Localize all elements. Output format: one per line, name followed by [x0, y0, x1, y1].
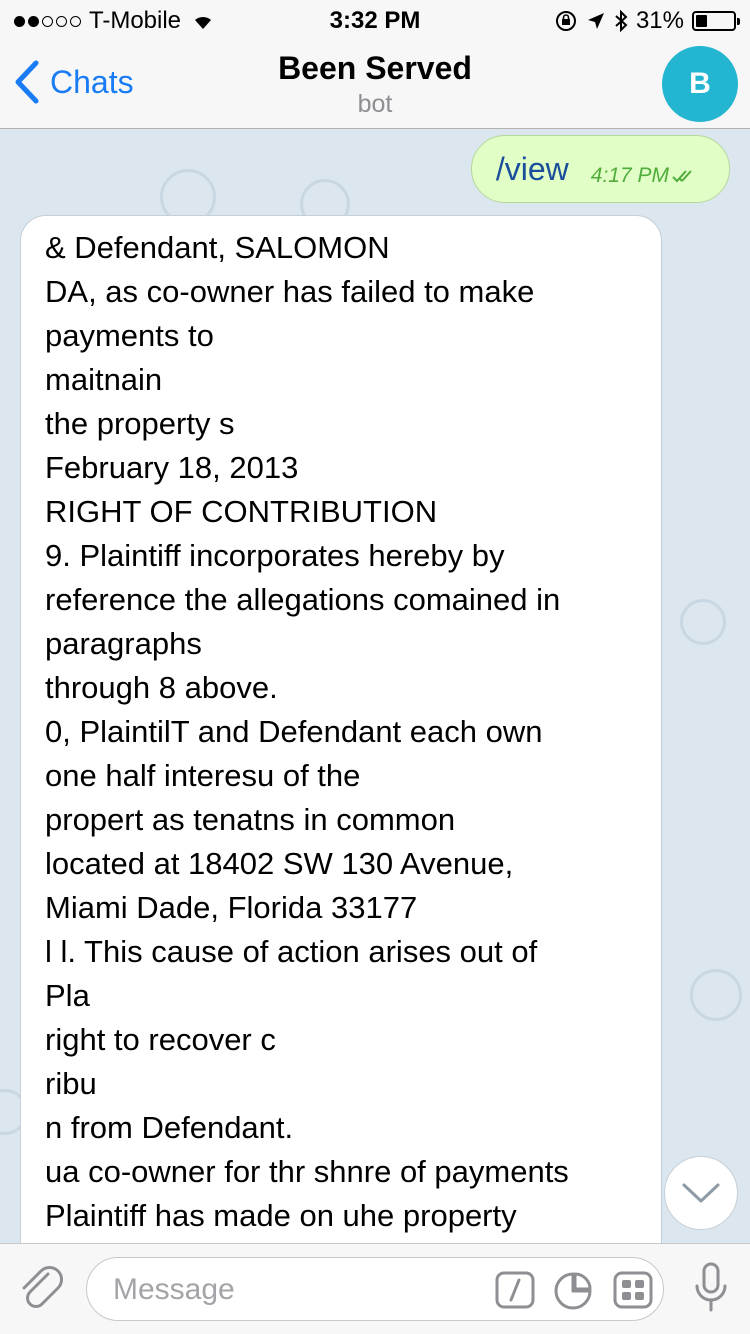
- message-input[interactable]: [111, 1268, 495, 1312]
- chat-history[interactable]: /view 4:17 PM & Defendant, SALOMON DA, as…: [0, 129, 750, 1243]
- bot-keyboard-button[interactable]: [613, 1271, 653, 1314]
- message-field[interactable]: [86, 1257, 664, 1321]
- scroll-to-bottom-button[interactable]: [664, 1156, 738, 1230]
- bot-keyboard-icon: [613, 1271, 653, 1309]
- sticker-icon: [554, 1272, 592, 1310]
- voice-record-button[interactable]: [694, 1262, 728, 1319]
- message-line: & Defendant, SALOMON: [45, 230, 390, 265]
- battery-icon: [692, 11, 740, 31]
- message-meta: 4:17 PM: [591, 164, 701, 188]
- message-line: February 18, 2013: [45, 450, 299, 485]
- chevron-down-icon: [682, 1183, 720, 1203]
- message-line: paragraphs: [45, 626, 202, 661]
- chat-header: Chats Been Served bot B: [0, 40, 750, 129]
- message-line: l l. This cause of action arises out of: [45, 934, 538, 969]
- message-line: ua co-owner for thr shnre of payments: [45, 1154, 569, 1189]
- message-input-bar: [0, 1243, 750, 1334]
- avatar[interactable]: B: [662, 46, 738, 122]
- message-line: DA, as co-owner has failed to make: [45, 274, 535, 309]
- bluetooth-icon: [614, 9, 628, 33]
- attach-button[interactable]: [18, 1264, 66, 1321]
- sticker-button[interactable]: [553, 1271, 593, 1316]
- message-line: located at 18402 SW 130 Avenue,: [45, 846, 514, 881]
- double-check-icon: [672, 170, 692, 183]
- microphone-icon: [695, 1262, 727, 1312]
- location-icon: [586, 11, 606, 31]
- chat-subtitle: bot: [357, 90, 393, 118]
- message-line: through 8 above.: [45, 670, 278, 705]
- message-line: propert as tenatns in common: [45, 802, 456, 837]
- message-line: Miami Dade, Florida 33177: [45, 890, 418, 925]
- message-line: maitnain: [45, 362, 163, 397]
- outgoing-message[interactable]: /view 4:17 PM: [470, 135, 730, 203]
- message-line: reference the allegations comained in: [45, 582, 561, 617]
- message-line: Plaintiff has made on uhe property: [45, 1198, 517, 1233]
- message-line: Pla: [45, 978, 90, 1013]
- chat-title: Been Served: [278, 50, 472, 86]
- battery-percent: 31%: [635, 7, 684, 34]
- incoming-message[interactable]: & Defendant, SALOMON DA, as co-owner has …: [20, 215, 662, 1243]
- commands-button[interactable]: [495, 1271, 535, 1314]
- slash-command-icon: [495, 1271, 535, 1309]
- message-line: n from Defendant.: [45, 1110, 294, 1145]
- message-time: 4:17 PM: [590, 164, 669, 187]
- status-bar: T-Mobile 3:32 PM 31%: [0, 0, 750, 40]
- message-line: right to recover c: [45, 1022, 276, 1057]
- message-text: /view: [495, 150, 569, 187]
- rotation-lock-icon: [554, 9, 578, 33]
- message-line: RIGHT OF CONTRIBUTION: [45, 494, 438, 529]
- paperclip-icon: [22, 1266, 63, 1308]
- wallpaper-doodle: [690, 969, 742, 1021]
- message-line: payments to: [45, 318, 214, 353]
- message-line: 9. Plaintiff incorporates hereby by: [45, 538, 505, 573]
- message-line: 0, PlaintilT and Defendant each own: [45, 714, 543, 749]
- message-line: ribu: [45, 1066, 97, 1101]
- message-line: one half interesu of the: [45, 758, 361, 793]
- status-right: 31%: [554, 7, 740, 35]
- message-line: the property s: [45, 406, 235, 441]
- wallpaper-doodle: [680, 599, 726, 645]
